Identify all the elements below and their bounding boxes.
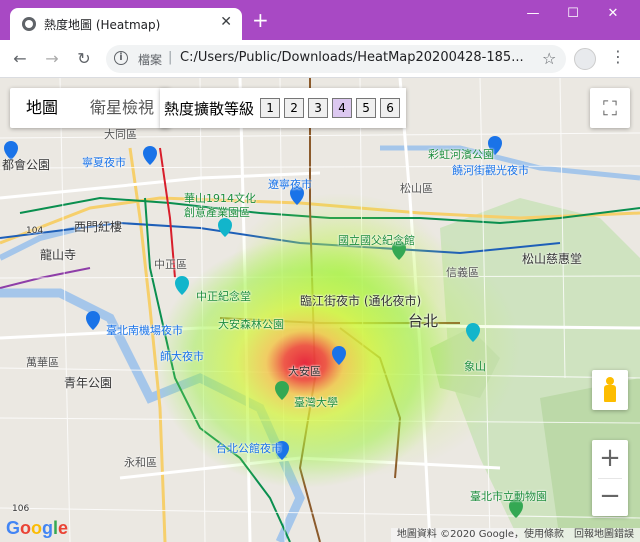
back-icon[interactable]: ← bbox=[10, 49, 30, 68]
title-bar: 熱度地圖 (Heatmap) ✕ + — ☐ ✕ bbox=[0, 0, 640, 40]
address-bar[interactable]: i 檔案 | C:/Users/Public/Downloads/HeatMap… bbox=[106, 45, 566, 73]
radius-button-5[interactable]: 5 bbox=[356, 98, 377, 118]
map-label-qingnian: 青年公園 bbox=[64, 376, 113, 390]
radius-button-4[interactable]: 4 bbox=[332, 98, 353, 118]
forward-icon[interactable]: → bbox=[42, 49, 62, 68]
map-label-cks: 中正紀念堂 bbox=[196, 290, 251, 303]
extension-icon[interactable] bbox=[574, 48, 596, 70]
reload-icon[interactable]: ↻ bbox=[74, 49, 94, 68]
map-label-longshan: 龍山寺 bbox=[40, 248, 77, 262]
map-label-xinyi: 信義區 bbox=[446, 266, 479, 279]
zoom-control: + − bbox=[592, 440, 628, 516]
map-tiles bbox=[0, 78, 640, 542]
file-label: 檔案 bbox=[138, 53, 163, 67]
map-label-shida: 師大夜市 bbox=[160, 350, 204, 363]
maximize-button[interactable]: ☐ bbox=[558, 6, 588, 21]
map-label-zhongzheng: 中正區 bbox=[154, 258, 187, 271]
minimize-button[interactable]: — bbox=[518, 6, 548, 21]
map-label-wanhua: 萬華區 bbox=[26, 356, 59, 369]
tab-title: 熱度地圖 (Heatmap) bbox=[44, 18, 161, 32]
map-label-songshan: 松山區 bbox=[400, 182, 433, 195]
url-divider: | bbox=[168, 50, 173, 65]
map-label-taipei: 台北 bbox=[408, 312, 439, 330]
pegman-body bbox=[604, 385, 616, 402]
map-label-daan-park: 大安森林公園 bbox=[218, 318, 284, 331]
browser-toolbar: ← → ↻ i 檔案 | C:/Users/Public/Downloads/H… bbox=[0, 40, 640, 78]
map-label-zoo: 臺北市立動物園 bbox=[470, 490, 547, 503]
map-label-caoshan: 彩虹河濱公園 bbox=[428, 148, 494, 161]
map-label-xiangshan: 象山 bbox=[464, 360, 486, 373]
map-label-nanjichang: 臺北南機場夜市 bbox=[106, 324, 183, 337]
map-label-datong: 大同區 bbox=[104, 128, 137, 141]
map-label-songshan-temple: 松山慈惠堂 bbox=[522, 252, 583, 266]
url-text[interactable]: C:/Users/Public/Downloads/HeatMap2020042… bbox=[180, 50, 530, 65]
google-logo[interactable]: Google bbox=[6, 518, 68, 539]
browser-tab[interactable]: 熱度地圖 (Heatmap) ✕ bbox=[10, 8, 242, 40]
radius-button-2[interactable]: 2 bbox=[284, 98, 305, 118]
map-label-linjiang: 臨江街夜市 (通化夜市) bbox=[300, 294, 422, 308]
map-type-satellite-button[interactable]: 衛星檢視 bbox=[74, 88, 170, 128]
pegman-head bbox=[606, 377, 614, 385]
map-label-sunyatsen: 國立國父紀念館 bbox=[338, 234, 415, 247]
map-label-ximen: 西門紅樓 bbox=[74, 220, 123, 234]
map-label-raohe: 饒河街觀光夜市 bbox=[452, 164, 529, 177]
zoom-out-button[interactable]: − bbox=[592, 478, 628, 516]
menu-icon[interactable]: ⋮ bbox=[610, 47, 626, 66]
map-type-map-button[interactable]: 地圖 bbox=[10, 88, 74, 128]
radius-button-6[interactable]: 6 bbox=[380, 98, 401, 118]
map-label-ntu: 臺灣大學 bbox=[294, 396, 338, 409]
map-attribution[interactable]: 地圖資料 ©2020 Google，使用條款 回報地圖錯誤 bbox=[390, 528, 640, 542]
tab-close-icon[interactable]: ✕ bbox=[220, 14, 232, 30]
zoom-in-button[interactable]: + bbox=[592, 440, 628, 478]
radius-button-1[interactable]: 1 bbox=[260, 98, 281, 118]
close-window-button[interactable]: ✕ bbox=[598, 6, 628, 21]
fullscreen-icon[interactable]: ⛶ bbox=[590, 88, 630, 128]
map-label-route-106: 106 bbox=[12, 504, 30, 514]
radius-button-3[interactable]: 3 bbox=[308, 98, 329, 118]
map-label-liaoning: 遼寧夜市 bbox=[268, 178, 312, 191]
map-label-ningxia: 寧夏夜市 bbox=[82, 156, 126, 169]
map-label-gongguan: 台北公館夜市 bbox=[216, 442, 282, 455]
zoom-divider bbox=[598, 478, 622, 479]
heat-radius-control: 熱度擴散等級 1 2 3 4 5 6 bbox=[160, 88, 407, 128]
map-label-route-104: 104 bbox=[26, 226, 44, 236]
map-label-shimin: 都會公園 bbox=[2, 158, 51, 172]
heat-radius-label: 熱度擴散等級 bbox=[164, 99, 255, 118]
map-label-daan: 大安區 bbox=[288, 365, 321, 378]
info-icon[interactable]: i bbox=[114, 51, 128, 65]
map-canvas[interactable]: 大同區 寧夏夜市 都會公園 華山1914文化 創意產業園區 遼寧夜市 松山區 饒… bbox=[0, 78, 640, 542]
map-label-huashan2: 創意產業園區 bbox=[184, 206, 250, 219]
bookmark-star-icon[interactable]: ☆ bbox=[542, 49, 556, 68]
map-label-yonghe: 永和區 bbox=[124, 456, 157, 469]
map-type-control: 地圖 衛星檢視 bbox=[10, 88, 171, 128]
street-view-pegman-icon[interactable] bbox=[592, 370, 628, 410]
globe-icon bbox=[22, 17, 36, 31]
new-tab-button[interactable]: + bbox=[252, 10, 269, 30]
